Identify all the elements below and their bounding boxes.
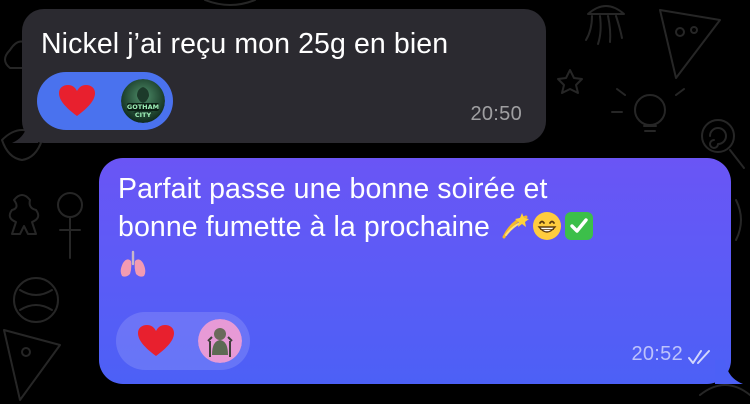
check-mark-emoji [565,212,594,240]
grinning-emoji [533,212,562,240]
reactor-avatar-gotham-city[interactable]: GOTHAM CITY [121,79,165,123]
message-time: 20:52 [631,343,683,365]
double-check-read-icon [688,350,710,364]
message-text: Nickel j’ai reçu mon 25g en bien [41,28,449,60]
reactor-avatar-image [198,319,242,363]
reaction-pill[interactable] [116,312,250,370]
dizzy-star-emoji [502,213,530,239]
message-text-line-1: Parfait passe une bonne soirée et [118,173,548,205]
bubble-tail [12,121,38,143]
reactor-avatar[interactable] [198,319,242,363]
message-text-line-2: bonne fumette à la prochaine [118,211,490,243]
reaction-pill[interactable]: GOTHAM CITY [37,72,173,130]
bubble-tail [715,360,743,384]
heart-icon [138,325,174,356]
incoming-message-bubble[interactable]: Nickel j’ai reçu mon 25g en bien GOTHAM … [12,9,546,143]
message-text: Parfait passe une bonne soirée et bonne … [118,170,718,284]
heart-icon [59,85,95,116]
gotham-city-logo: GOTHAM CITY [121,79,165,123]
message-time: 20:50 [470,103,522,125]
lungs-emoji [120,250,146,277]
svg-text:CITY: CITY [135,111,152,119]
outgoing-message-bubble[interactable]: Parfait passe une bonne soirée et bonne … [99,158,743,384]
svg-text:GOTHAM: GOTHAM [127,103,159,111]
